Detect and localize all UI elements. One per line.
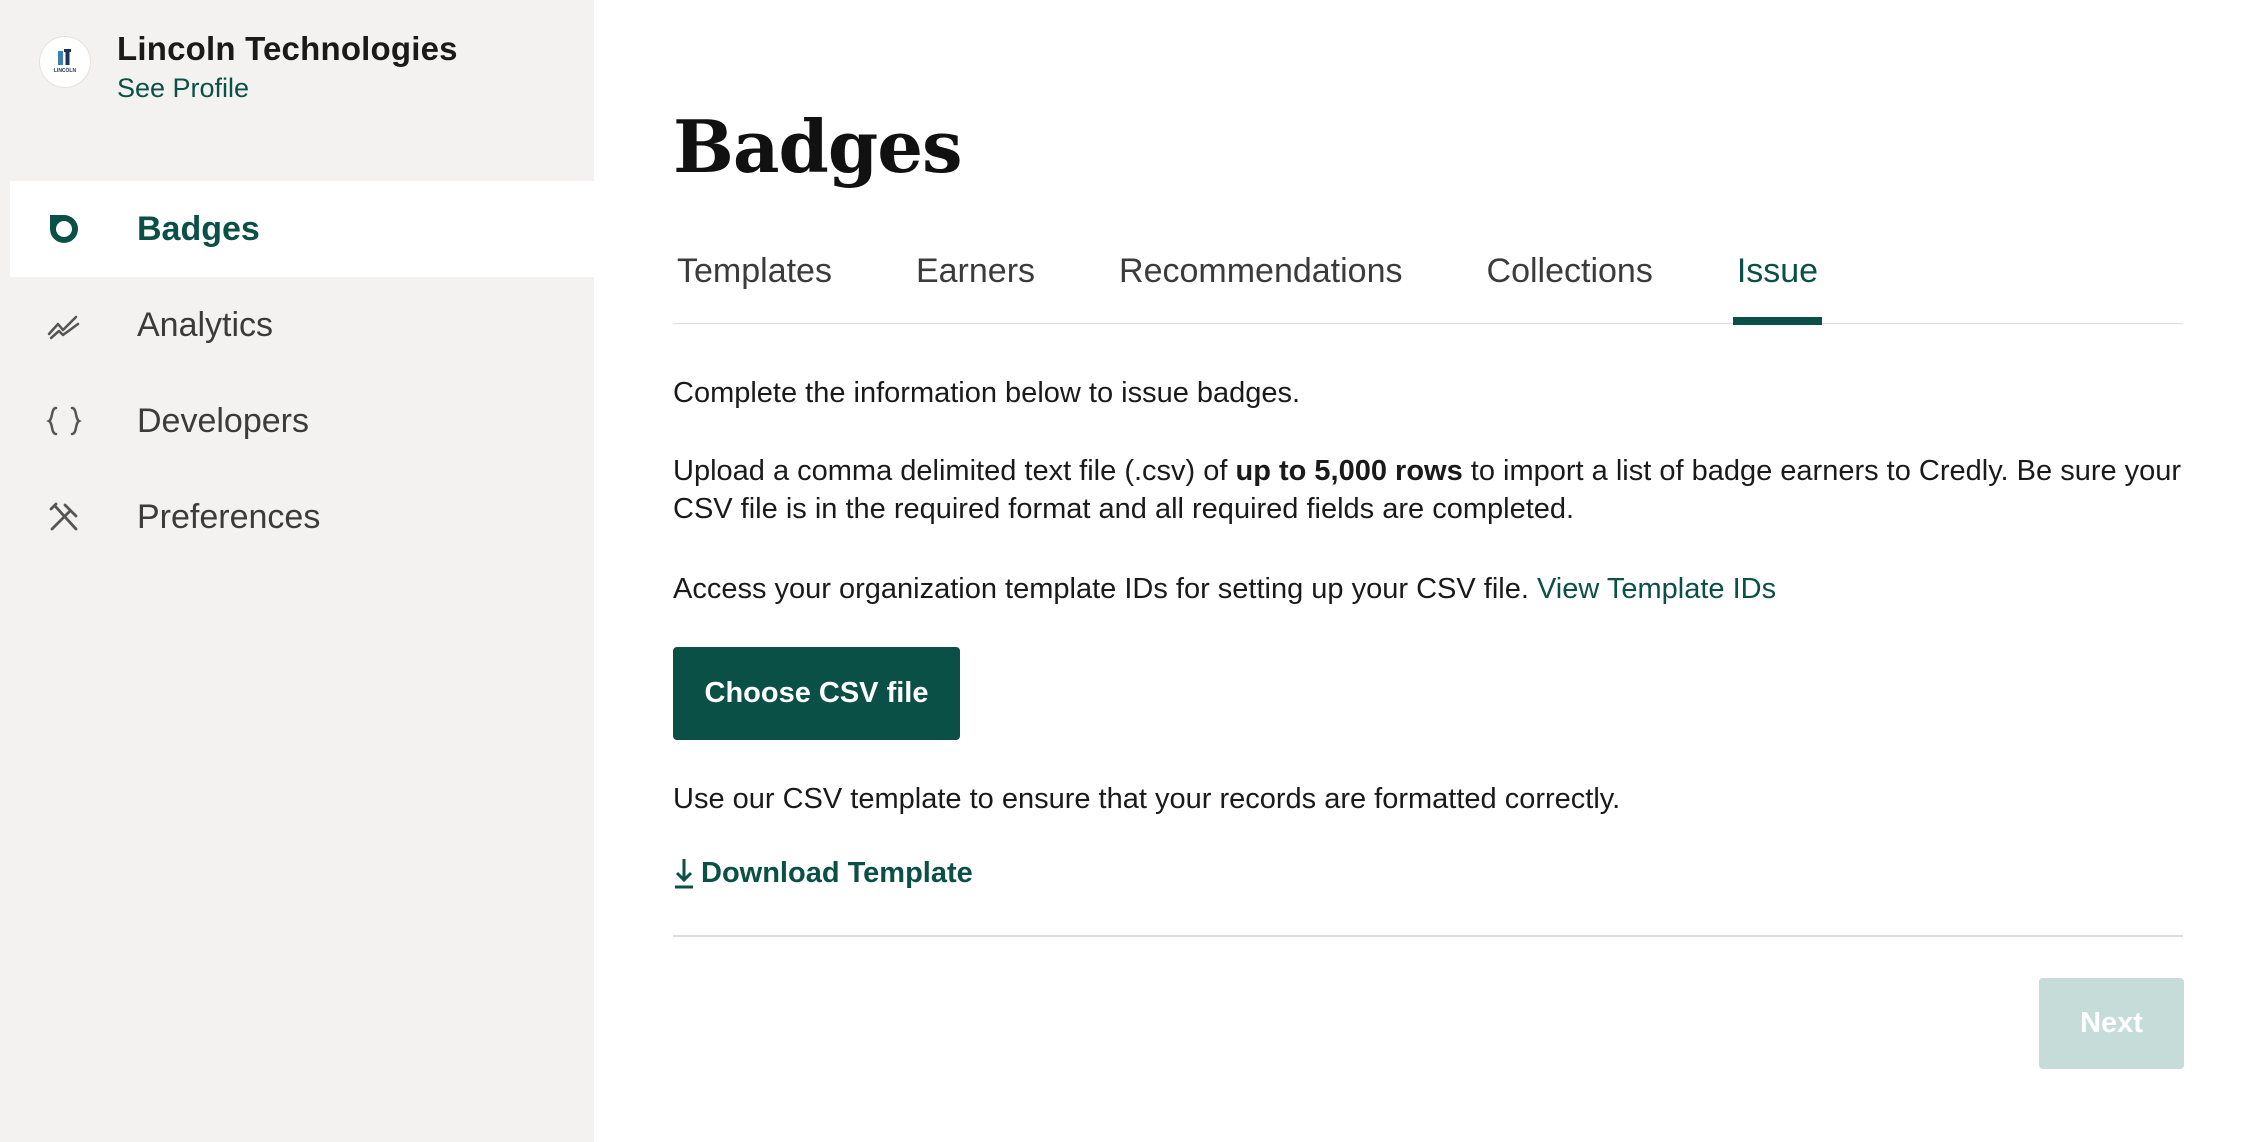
lincoln-logo-icon: LINCOLN [54, 49, 77, 74]
org-header: LINCOLN Lincoln Technologies See Profile [40, 28, 458, 105]
tab-issue[interactable]: Issue [1732, 232, 1823, 325]
tools-icon [44, 497, 84, 537]
view-template-ids-link[interactable]: View Template IDs [1537, 573, 1776, 605]
sidebar-item-developers[interactable]: Developers [10, 373, 594, 469]
tab-templates[interactable]: Templates [673, 232, 836, 324]
upload-instructions: Upload a comma delimited text file (.csv… [673, 452, 2183, 528]
intro-text: Complete the information below to issue … [673, 377, 1301, 409]
org-name: Lincoln Technologies [117, 30, 458, 67]
page-title: Badges [673, 104, 963, 189]
main-content: Badges Templates Earners Recommendations… [594, 0, 2244, 1142]
app-root: LINCOLN Lincoln Technologies See Profile… [0, 0, 2244, 1142]
sidebar-item-analytics[interactable]: Analytics [10, 277, 594, 373]
section-divider [673, 935, 2183, 937]
sidebar-nav: Badges Analytics Developers Preferences [10, 181, 594, 565]
badge-icon [44, 209, 84, 249]
sidebar-item-label: Preferences [137, 497, 321, 536]
tab-bar: Templates Earners Recommendations Collec… [673, 232, 2183, 325]
logo-text: LINCOLN [54, 68, 77, 74]
upload-text-before: Upload a comma delimited text file (.csv… [673, 455, 1236, 487]
sidebar-item-badges[interactable]: Badges [10, 181, 594, 277]
access-text: Access your organization template IDs fo… [673, 573, 1537, 605]
upload-row-limit: up to 5,000 rows [1235, 455, 1463, 487]
download-icon [675, 859, 693, 889]
sidebar-item-preferences[interactable]: Preferences [10, 469, 594, 565]
choose-csv-button[interactable]: Choose CSV file [673, 647, 960, 740]
sidebar-item-label: Analytics [137, 305, 274, 344]
tab-collections[interactable]: Collections [1483, 232, 1657, 324]
see-profile-link[interactable]: See Profile [117, 71, 458, 105]
next-button[interactable]: Next [2039, 978, 2184, 1069]
sidebar-item-label: Developers [137, 401, 309, 440]
download-template-link[interactable]: Download Template [673, 856, 973, 890]
download-template-label: Download Template [701, 856, 973, 889]
sidebar: LINCOLN Lincoln Technologies See Profile… [0, 0, 594, 1142]
org-logo: LINCOLN [40, 37, 90, 87]
analytics-icon [44, 305, 84, 345]
template-ids-text: Access your organization template IDs fo… [673, 570, 1776, 608]
tab-recommendations[interactable]: Recommendations [1115, 232, 1406, 324]
braces-icon [44, 401, 84, 441]
csv-template-hint: Use our CSV template to ensure that your… [673, 783, 1621, 815]
sidebar-item-label: Badges [137, 209, 260, 248]
org-text: Lincoln Technologies See Profile [117, 28, 458, 105]
tab-earners[interactable]: Earners [912, 232, 1039, 324]
